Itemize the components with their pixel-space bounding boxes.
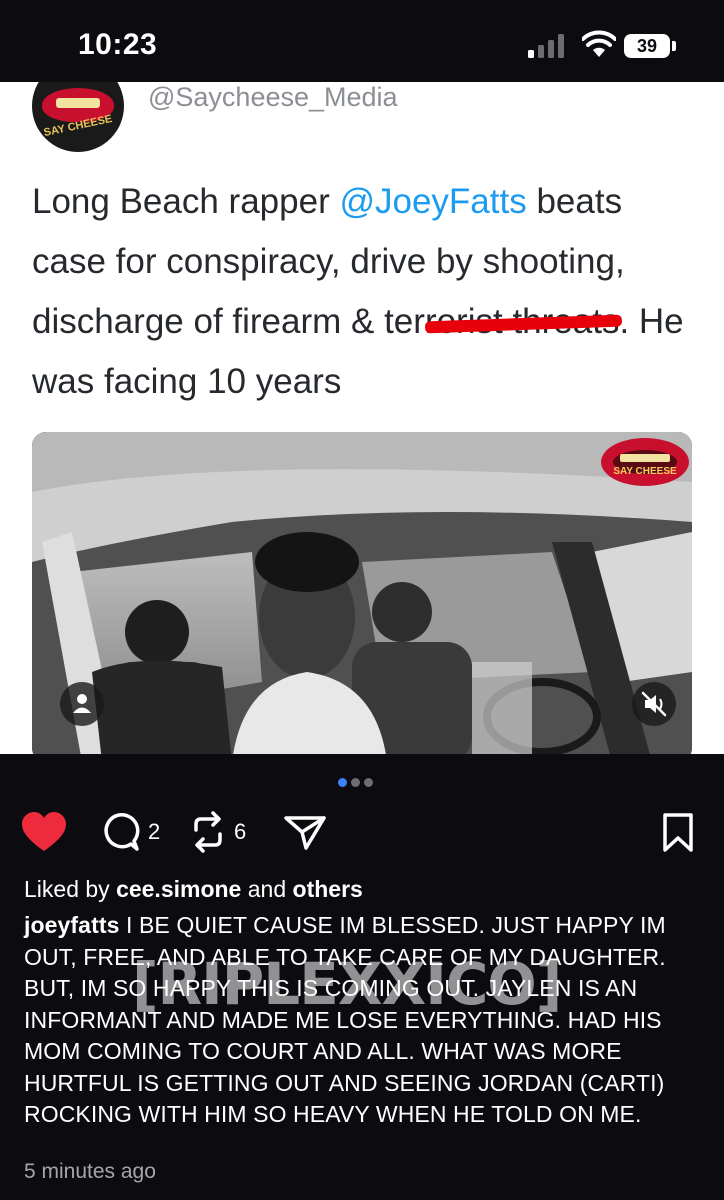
liked-prefix: Liked by <box>24 876 117 902</box>
comment-count: 2 <box>148 819 161 844</box>
status-time: 10:23 <box>78 28 158 61</box>
comment-bubble-icon <box>104 813 140 851</box>
tweet-body: Long Beach rapper @JoeyFatts beats case … <box>32 172 702 412</box>
watermark: [RIPLEXXICO] <box>132 950 562 1018</box>
carousel-dot[interactable] <box>338 778 347 787</box>
comment-button[interactable]: 2 <box>98 804 160 860</box>
tweet-mention: @JoeyFatts <box>339 182 527 221</box>
say-cheese-avatar: SAY CHEESE <box>32 82 124 152</box>
carousel-indicator[interactable] <box>338 774 377 787</box>
say-cheese-logo-text: SAY CHEESE <box>613 466 677 477</box>
caption-text: I BE QUIET CAUSE IM BLESSED. JUST HAPPY … <box>24 912 666 1127</box>
mute-button[interactable] <box>632 682 676 726</box>
repost-button[interactable]: 6 <box>188 804 246 860</box>
post-details: 2 6 Liked by cee.simone and others joeyf… <box>0 754 724 1200</box>
tagged-people-button[interactable] <box>60 682 104 726</box>
status-bar: 10:23 39 <box>0 0 724 90</box>
battery-level: 39 <box>636 36 658 56</box>
carousel-dot[interactable] <box>364 778 373 787</box>
liked-middle: and <box>241 876 293 902</box>
tweet-photo: SAY CHEESE <box>32 432 692 754</box>
repost-count: 6 <box>234 819 247 844</box>
share-button[interactable] <box>282 804 328 860</box>
tweet-text-part1: Long Beach rapper <box>32 182 340 221</box>
say-cheese-logo: SAY CHEESE <box>601 438 689 486</box>
like-button[interactable] <box>20 804 68 860</box>
action-bar: 2 6 <box>0 804 724 860</box>
liked-by: Liked by cee.simone and others <box>24 876 363 903</box>
liked-others[interactable]: others <box>293 876 363 902</box>
post-timestamp: 5 minutes ago <box>24 1160 156 1183</box>
tweet-screenshot: SAY CHEESE @Saycheese_Media Long Beach r… <box>0 82 724 754</box>
liked-by-user[interactable]: cee.simone <box>116 876 241 902</box>
person-icon <box>73 694 91 713</box>
save-button[interactable] <box>660 804 696 860</box>
battery-tip <box>672 41 676 51</box>
tweet-handle: @Saycheese_Media <box>148 82 398 112</box>
paper-plane-icon <box>284 816 326 850</box>
carousel-dot[interactable] <box>351 778 360 787</box>
wifi-icon <box>582 30 616 57</box>
heart-icon <box>22 812 66 851</box>
repost-icon <box>194 811 222 853</box>
battery-icon: 39 <box>624 34 670 58</box>
car-photo-image <box>32 432 692 754</box>
caption-username[interactable]: joeyfatts <box>24 912 119 938</box>
redacted-text: rorist threats <box>425 292 620 352</box>
cellular-signal-icon <box>528 34 568 58</box>
bookmark-icon <box>663 813 693 852</box>
speaker-muted-icon <box>641 691 667 717</box>
post-caption: joeyfatts I BE QUIET CAUSE IM BLESSED. J… <box>24 910 714 1131</box>
